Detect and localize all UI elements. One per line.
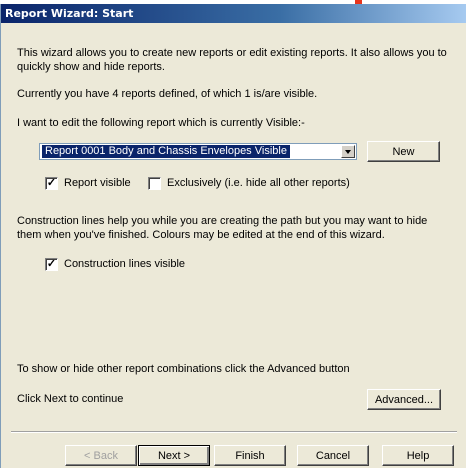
report-select-value: Report 0001 Body and Chassis Envelopes V… [42,145,290,158]
report-wizard-dialog: Report Wizard: Start This wizard allows … [0,4,466,468]
report-visible-checkbox[interactable]: ✓ [45,177,58,190]
construction-lines-label: Construction lines visible [64,258,186,270]
report-visible-label: Report visible [64,177,131,189]
intro-line-2: quickly show and hide reports. [17,61,165,73]
dropdown-arrow-icon[interactable] [341,145,355,158]
report-select[interactable]: Report 0001 Body and Chassis Envelopes V… [39,143,357,160]
checkmark-icon: ✓ [46,177,57,189]
next-hint-text: Click Next to continue [17,393,124,405]
advanced-hint-text: To show or hide other report combination… [17,363,350,375]
construction-info-line-1: Construction lines help you while you ar… [17,215,428,227]
cancel-button[interactable]: Cancel [297,445,369,466]
footer-separator [11,431,457,433]
new-button[interactable]: New [367,141,440,162]
edit-report-label: I want to edit the following report whic… [17,117,305,129]
construction-info-line-2: them when you've finished. Colours may b… [17,229,385,241]
title-bar[interactable]: Report Wizard: Start [1,4,466,23]
exclusively-checkbox[interactable] [148,177,161,190]
advanced-button[interactable]: Advanced... [367,389,441,410]
exclusively-label: Exclusively (i.e. hide all other reports… [167,177,350,189]
help-button[interactable]: Help [382,445,454,466]
finish-button[interactable]: Finish [214,445,286,466]
intro-line-1: This wizard allows you to create new rep… [17,47,447,59]
next-button[interactable]: Next > [138,445,210,466]
back-button[interactable]: < Back [65,445,137,466]
window-title: Report Wizard: Start [5,7,134,20]
construction-lines-checkbox[interactable]: ✓ [45,258,58,271]
checkmark-icon: ✓ [46,258,57,270]
report-count-text: Currently you have 4 reports defined, of… [17,88,318,100]
